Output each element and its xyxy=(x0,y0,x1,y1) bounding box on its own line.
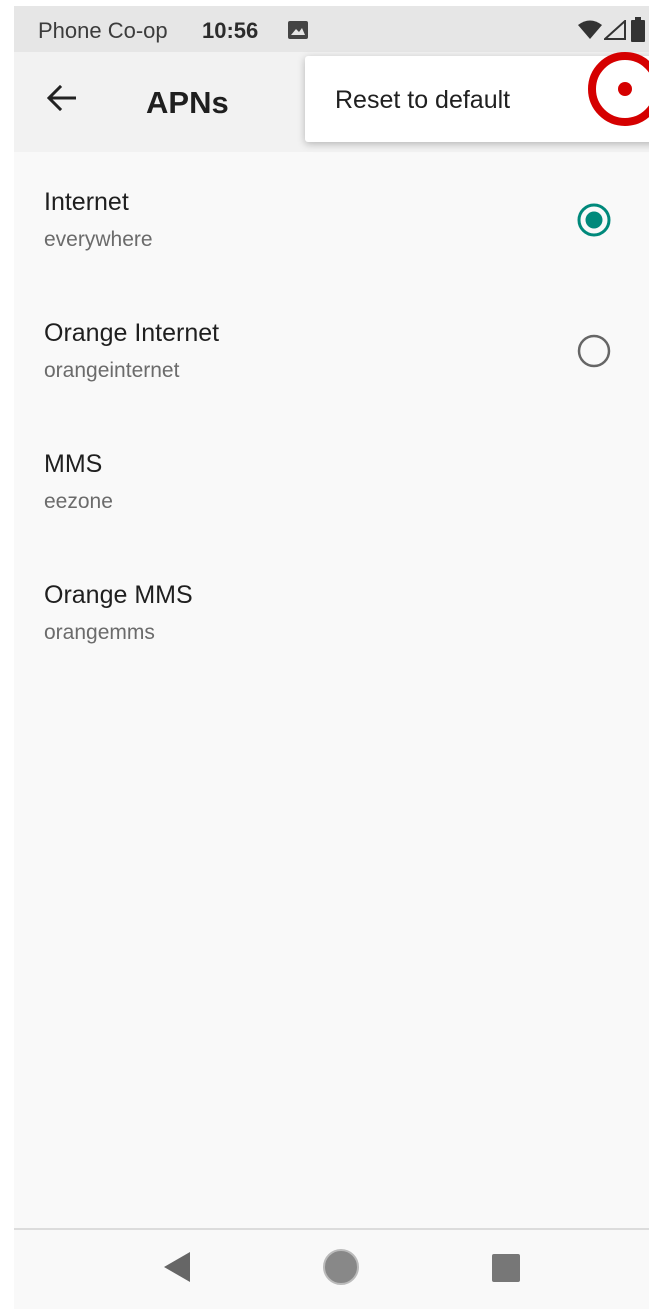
nav-back-icon[interactable] xyxy=(162,1250,192,1284)
arrow-left-icon xyxy=(47,85,76,111)
apn-value: orangeinternet xyxy=(44,359,180,382)
apn-name: Internet xyxy=(44,188,129,216)
apn-value: eezone xyxy=(44,490,113,513)
radio-selected-icon[interactable] xyxy=(576,202,612,238)
apn-name: MMS xyxy=(44,450,103,478)
tap-marker-icon xyxy=(588,52,649,126)
battery-icon xyxy=(631,17,645,42)
apn-name: Orange MMS xyxy=(44,581,193,609)
status-bar: Phone Co-op 10:56 xyxy=(14,6,649,52)
radio-unselected-icon[interactable] xyxy=(576,333,612,369)
apn-list-item[interactable]: Orange Internet orangeinternet xyxy=(14,283,649,413)
apn-value: orangemms xyxy=(44,621,155,644)
cell-signal-icon xyxy=(604,20,626,40)
apn-list-item[interactable]: Orange MMS orangemms xyxy=(14,545,649,675)
nav-home-icon[interactable] xyxy=(322,1248,360,1286)
apns-screen: Phone Co-op 10:56 APNs Internet everywhe… xyxy=(14,6,649,1309)
apn-list-item[interactable]: Internet everywhere xyxy=(14,152,649,282)
apn-list-item[interactable]: MMS eezone xyxy=(14,414,649,544)
apn-value: everywhere xyxy=(44,228,153,251)
carrier-name: Phone Co-op xyxy=(38,18,168,43)
page-title: APNs xyxy=(146,85,229,120)
image-notification-icon xyxy=(288,21,308,39)
nav-recents-icon[interactable] xyxy=(492,1254,520,1282)
apn-name: Orange Internet xyxy=(44,319,220,347)
back-button[interactable] xyxy=(38,74,86,122)
reset-to-default-menu-item[interactable]: Reset to default xyxy=(335,86,510,115)
navigation-bar xyxy=(14,1230,649,1309)
wifi-icon xyxy=(578,20,602,39)
status-time: 10:56 xyxy=(202,18,259,43)
